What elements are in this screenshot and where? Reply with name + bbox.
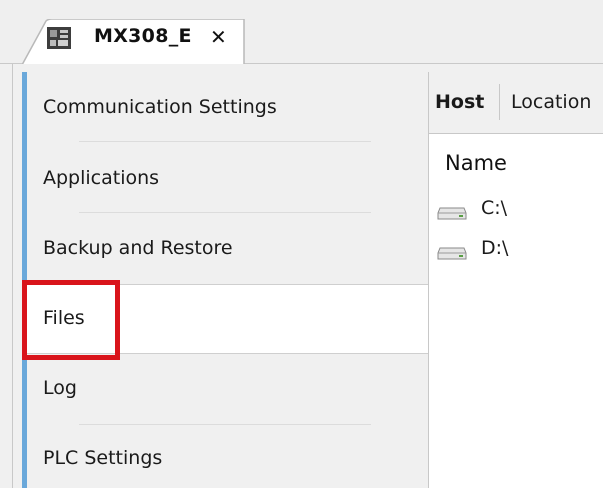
tab-location[interactable]: Location <box>511 91 591 113</box>
sidebar-item-label: Applications <box>43 167 160 189</box>
tab-title: MX308_E <box>94 25 192 47</box>
editor-tabstrip: MX308_E ✕ <box>0 0 603 65</box>
files-pane: Host Location Name C:\ D:\ <box>428 72 603 488</box>
sidebar-item-applications[interactable]: Applications <box>27 143 427 213</box>
list-item[interactable]: D:\ <box>437 237 597 265</box>
device-icon <box>47 27 71 49</box>
sidebar-item-label: PLC Settings <box>43 447 163 469</box>
drive-label: C:\ <box>481 197 508 219</box>
close-icon[interactable]: ✕ <box>210 27 227 47</box>
drive-icon <box>437 207 467 220</box>
highlight-box <box>22 280 120 360</box>
sidebar-item-log[interactable]: Log <box>27 355 427 425</box>
sidebar-item-label: Communication Settings <box>43 96 277 118</box>
list-item[interactable]: C:\ <box>437 197 597 225</box>
sidebar-item-communication-settings[interactable]: Communication Settings <box>27 72 427 142</box>
drive-icon <box>437 247 467 260</box>
sidebar-item-plc-settings[interactable]: PLC Settings <box>27 425 427 488</box>
column-header-name[interactable]: Name <box>445 151 507 175</box>
sidebar-item-label: Log <box>43 377 77 399</box>
sidebar-item-backup-and-restore[interactable]: Backup and Restore <box>27 213 427 283</box>
divider <box>499 84 500 120</box>
tab-host[interactable]: Host <box>435 91 484 113</box>
divider <box>79 141 371 142</box>
sidebar-item-label: Backup and Restore <box>43 237 233 259</box>
pane-header: Host Location <box>429 72 603 134</box>
drive-label: D:\ <box>481 237 509 259</box>
